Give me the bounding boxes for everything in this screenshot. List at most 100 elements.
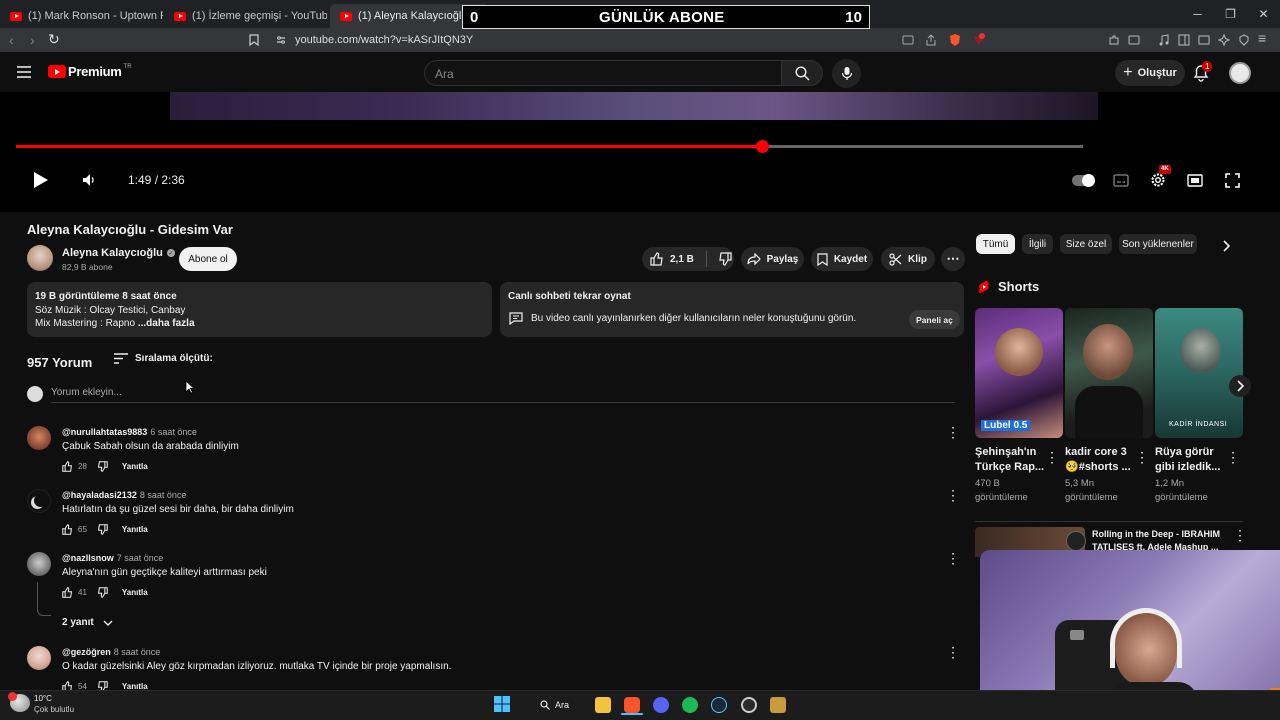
comment-dislike-icon[interactable] [97,461,108,472]
short-thumbnail[interactable]: KADİR İNDANSI [1155,308,1243,438]
commenter-avatar[interactable] [27,646,51,670]
autoplay-toggle[interactable] [1072,174,1095,187]
back-icon[interactable]: ‹ [9,32,14,48]
weather-icon[interactable] [8,692,30,712]
description-box[interactable]: 19 B görüntüleme 8 saat önce Söz Müzik :… [27,282,492,337]
short-title[interactable]: Rüya görür gibi izledik... [1155,445,1229,475]
subtitles-icon[interactable] [1113,174,1129,187]
tab-search-icon[interactable] [1198,34,1210,46]
site-settings-icon[interactable] [276,35,286,45]
thumbs-down-icon[interactable] [718,252,732,266]
sidebar-icon[interactable] [1178,34,1190,46]
commenter-avatar[interactable] [27,489,51,513]
account-avatar[interactable] [1229,62,1251,84]
short-thumbnail[interactable]: Lubel 0.5 [975,308,1063,438]
chip-all[interactable]: Tümü [976,234,1015,254]
short-thumbnail[interactable] [1065,308,1153,438]
comment-menu-icon[interactable]: ⋮ [946,425,960,439]
search-button[interactable] [781,60,823,86]
chip-related[interactable]: İlgili [1022,234,1053,254]
comment-time[interactable]: 7 saat önce [117,553,164,563]
comment-menu-icon[interactable]: ⋮ [946,488,960,502]
open-chat-button[interactable]: Paneli aç [909,310,960,329]
reply-button[interactable]: Yanıtla [122,588,148,597]
bookmark-icon[interactable] [249,34,259,46]
share-button[interactable]: Paylaş [741,247,804,271]
comment-author[interactable]: @gezöğren [62,647,111,657]
search-input[interactable]: Ara [424,60,782,86]
forward-icon[interactable]: › [30,32,35,48]
short-menu-icon[interactable]: ⋮ [1045,450,1059,464]
shorts-next-icon[interactable] [1229,375,1251,397]
volume-icon[interactable] [82,173,98,187]
vpn-icon[interactable] [1238,34,1250,46]
create-button[interactable]: + Oluştur [1115,60,1185,86]
subscribe-button[interactable]: Abone ol [179,247,237,271]
save-button[interactable]: Kaydet [811,247,873,271]
windows-start-icon[interactable] [494,696,510,712]
browser-tab-history[interactable]: (1) İzleme geçmişi - YouTube [164,4,327,28]
fullscreen-icon[interactable] [1225,173,1240,188]
like-count[interactable]: 2,1 B [670,254,694,265]
reply-button[interactable]: Yanıtla [122,525,148,534]
thumbs-up-icon[interactable] [650,252,664,266]
chip-for-you[interactable]: Size özel [1060,234,1112,254]
close-window-icon[interactable]: ✕ [1247,0,1280,28]
steam-icon[interactable] [711,697,727,713]
clip-button[interactable]: Klip [881,247,935,271]
share-page-icon[interactable] [925,34,937,46]
theater-mode-icon[interactable] [1187,174,1203,187]
play-icon[interactable] [33,171,49,189]
replies-toggle[interactable]: 2 yanıt [62,617,113,628]
commenter-avatar[interactable] [27,426,51,450]
short-title[interactable]: kadir core 3 🥺#shorts ... [1065,445,1139,475]
add-comment-input[interactable]: Yorum ekleyin... [51,387,955,403]
chevron-right-icon[interactable] [1223,240,1231,252]
wallet-icon[interactable] [1128,34,1140,46]
url-text[interactable]: youtube.com/watch?v=kASrJItQN3Y [295,34,473,46]
comment-menu-icon[interactable]: ⋮ [946,551,960,565]
leo-ai-icon[interactable] [1218,34,1230,46]
comment-author[interactable]: @nurullahtatas9883 [62,427,147,437]
brave-rewards-icon[interactable] [972,33,986,47]
show-more-link[interactable]: ...daha fazla [138,318,195,329]
voice-search-button[interactable] [832,59,861,88]
next-video-menu-icon[interactable]: ⋮ [1233,528,1247,542]
more-actions-button[interactable]: ⋯ [941,247,965,271]
comment-dislike-icon[interactable] [97,587,108,598]
weather-desc[interactable]: Çok bulutlu [34,705,74,714]
obs-icon[interactable] [741,697,757,713]
comment-time[interactable]: 6 saat önce [150,427,197,437]
file-explorer-icon[interactable] [595,697,611,713]
browser-menu-icon[interactable]: ≡ [1258,30,1266,46]
short-menu-icon[interactable]: ⋮ [1135,450,1149,464]
extensions-icon[interactable] [1108,34,1120,46]
restore-icon[interactable]: ❐ [1214,0,1247,28]
comment-like-icon[interactable] [62,524,73,535]
settings-button[interactable]: 4K [1150,165,1171,188]
comment-author[interactable]: @hayaladasi2132 [62,490,137,500]
weather-temp[interactable]: 10°C [34,694,52,703]
short-title[interactable]: Şehinşah'ın Türkçe Rap... [975,445,1049,475]
music-icon[interactable] [1158,34,1170,46]
comment-time[interactable]: 8 saat önce [114,647,161,657]
notifications-button[interactable]: 1 [1193,61,1213,82]
brave-browser-icon[interactable] [624,697,640,713]
brave-shield-icon[interactable] [948,33,962,47]
cast-icon[interactable] [902,35,914,45]
discord-icon[interactable] [653,697,669,713]
commenter-avatar[interactable] [27,552,51,576]
hamburger-menu-icon[interactable] [17,66,31,78]
channel-avatar[interactable] [27,245,53,271]
youtube-premium-logo[interactable]: Premium TR [48,64,132,79]
comment-like-icon[interactable] [62,461,73,472]
reload-icon[interactable]: ↻ [48,31,60,48]
short-menu-icon[interactable]: ⋮ [1226,450,1240,464]
channel-name-row[interactable]: Aleyna Kalaycıoğlu ✓ [62,247,175,259]
spotify-icon[interactable] [682,697,698,713]
reply-button[interactable]: Yanıtla [122,462,148,471]
sort-button[interactable]: Sıralama ölçütü: [114,353,213,364]
comment-like-icon[interactable] [62,587,73,598]
comment-dislike-icon[interactable] [97,524,108,535]
league-client-icon[interactable] [770,697,786,713]
